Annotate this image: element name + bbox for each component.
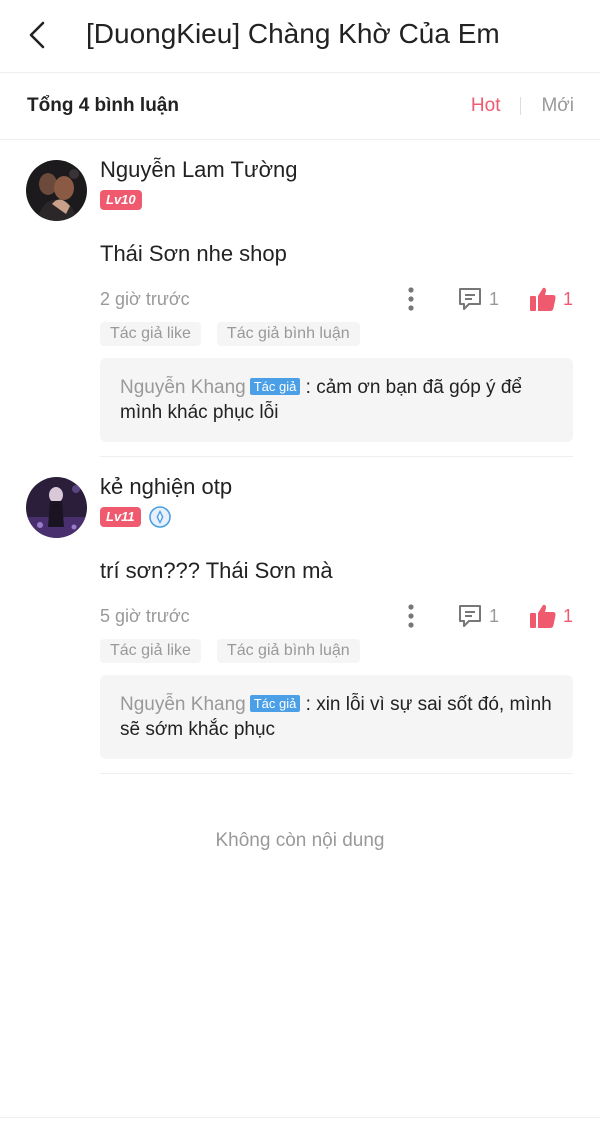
comment-divider xyxy=(100,773,573,774)
tag-author-comment: Tác giả bình luận xyxy=(216,639,360,663)
avatar[interactable] xyxy=(26,160,87,221)
page-title: [DuongKieu] Chàng Khờ Của Em xyxy=(86,18,500,49)
reply-author-name: Nguyễn Khang xyxy=(120,377,246,398)
level-badge: Lv10 xyxy=(100,190,142,210)
user-badges: Lv10 xyxy=(100,190,573,210)
thumbs-up-icon xyxy=(529,287,556,311)
author-tags: Tác giả like Tác giả bình luận xyxy=(100,322,573,346)
verified-badge-icon xyxy=(148,506,171,528)
back-button[interactable] xyxy=(20,18,54,52)
top-bar: [DuongKieu] Chàng Khờ Của Em xyxy=(0,0,600,73)
bottom-divider xyxy=(0,1117,600,1118)
more-options-button[interactable] xyxy=(401,284,421,314)
comment-icon xyxy=(458,605,481,627)
level-badge: Lv11 xyxy=(100,507,141,527)
more-vertical-icon xyxy=(408,287,414,311)
reply-button[interactable]: 1 xyxy=(457,286,499,312)
chevron-left-icon xyxy=(29,21,45,49)
end-of-list-text: Không còn nội dung xyxy=(215,830,385,851)
reply-button[interactable]: 1 xyxy=(457,603,499,629)
sort-hot-tab[interactable]: Hot xyxy=(471,95,501,117)
author-reply[interactable]: Nguyễn Khang Tác giả : xin lỗi vì sự sai … xyxy=(100,675,573,759)
comment-meta: 5 giờ trước 1 1 xyxy=(100,601,573,631)
tag-author-comment: Tác giả bình luận xyxy=(216,322,360,346)
user-badges: Lv11 xyxy=(100,506,573,528)
sort-new-tab[interactable]: Mới xyxy=(541,95,574,117)
comment-text: trí sơn??? Thái Sơn mà xyxy=(100,558,333,583)
like-count: 1 xyxy=(562,288,573,309)
thumbs-up-icon xyxy=(529,604,556,628)
username[interactable]: kẻ nghiện otp xyxy=(100,457,573,501)
comment-time: 2 giờ trước xyxy=(100,288,190,309)
sort-separator xyxy=(520,97,522,115)
comment-total: Tổng 4 bình luận xyxy=(27,95,179,116)
comment-icon xyxy=(458,288,481,310)
like-button[interactable]: 1 xyxy=(529,286,573,312)
username[interactable]: Nguyễn Lam Tường xyxy=(100,140,573,184)
comment-meta: 2 giờ trước 1 1 xyxy=(100,284,573,314)
reply-author-name: Nguyễn Khang xyxy=(120,694,246,715)
more-vertical-icon xyxy=(408,604,414,628)
author-badge: Tác giả xyxy=(249,695,301,712)
comment-text: Thái Sơn nhe shop xyxy=(100,241,287,266)
comment-time: 5 giờ trước xyxy=(100,605,190,626)
like-button[interactable]: 1 xyxy=(529,603,573,629)
author-tags: Tác giả like Tác giả bình luận xyxy=(100,639,573,663)
like-count: 1 xyxy=(562,605,573,626)
comments-summary-bar: Tổng 4 bình luận Hot Mới xyxy=(0,73,600,140)
author-reply[interactable]: Nguyễn Khang Tác giả : cảm ơn bạn đã góp … xyxy=(100,358,573,442)
comment-item: kẻ nghiện otp Lv11 trí sơn??? Thái Sơn m… xyxy=(0,457,600,759)
reply-count: 1 xyxy=(488,605,499,626)
author-badge: Tác giả xyxy=(249,378,301,395)
avatar[interactable] xyxy=(26,477,87,538)
sort-tabs: Hot Mới xyxy=(471,95,574,117)
tag-author-like: Tác giả like xyxy=(100,639,201,663)
comment-item: Nguyễn Lam Tường Lv10 Thái Sơn nhe shop … xyxy=(0,140,600,442)
reply-count: 1 xyxy=(488,288,499,309)
tag-author-like: Tác giả like xyxy=(100,322,201,346)
more-options-button[interactable] xyxy=(401,601,421,631)
